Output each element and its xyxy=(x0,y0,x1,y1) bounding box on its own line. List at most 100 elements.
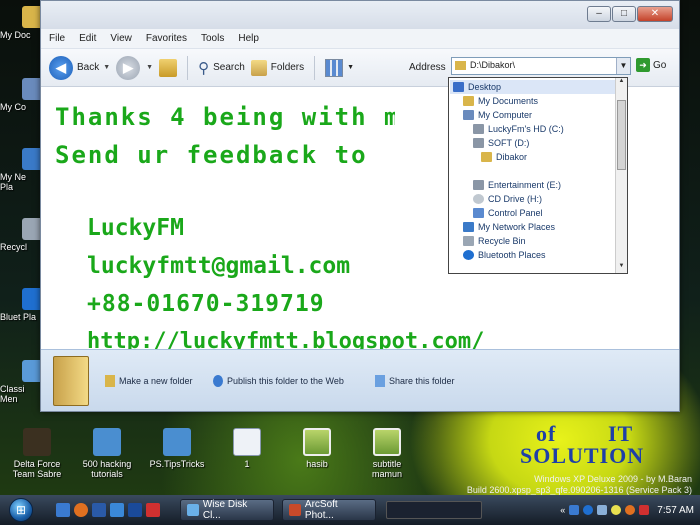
watermark-line-1: Windows XP Deluxe 2009 - by M.Baran xyxy=(534,474,692,484)
firefox-icon[interactable] xyxy=(74,503,88,517)
task-share-folder[interactable]: Share this folder xyxy=(375,375,455,387)
dropdown-item-e-drive[interactable]: Entertainment (E:) xyxy=(473,178,561,192)
desktop-icon-label: My Co xyxy=(0,102,27,112)
app-icon[interactable] xyxy=(146,503,160,517)
close-button[interactable]: ✕ xyxy=(637,6,673,22)
desktop-icon-bluetooth[interactable]: Bluet Pla xyxy=(0,288,42,322)
task-publish-folder[interactable]: Publish this folder to the Web xyxy=(213,375,344,387)
address-dropdown-button[interactable]: ▼ xyxy=(616,58,630,74)
folders-button[interactable]: Folders xyxy=(250,59,304,76)
clock[interactable]: 7:57 AM xyxy=(657,505,694,516)
taskbar-button-arcsoft[interactable]: ArcSoft Phot... xyxy=(282,499,376,521)
watermark-line-2: Build 2600.xpsp_sp3_qfe.090206-1316 (Ser… xyxy=(466,485,692,495)
desktop-icon-hasib[interactable]: hasib xyxy=(288,428,346,469)
dropdown-item-label: My Documents xyxy=(478,96,539,106)
photoshop-icon[interactable] xyxy=(128,503,142,517)
address-bar[interactable]: D:\Dibakor\ ▼ xyxy=(451,57,631,75)
menu-edit[interactable]: Edit xyxy=(79,33,96,44)
dropdown-item-label: Entertainment (E:) xyxy=(488,180,562,190)
desktop-icon-delta-force[interactable]: Delta Force Team Sabre xyxy=(8,428,66,479)
title-bar[interactable]: – □ ✕ xyxy=(41,1,679,29)
dropdown-item-cd-drive[interactable]: CD Drive (H:) xyxy=(473,192,542,206)
word-icon[interactable] xyxy=(110,503,124,517)
dropdown-item-my-computer[interactable]: My Computer xyxy=(463,108,532,122)
taskbar-search-box[interactable] xyxy=(386,501,482,519)
dropdown-item-c-drive[interactable]: LuckyFm's HD (C:) xyxy=(473,122,564,136)
menu-favorites[interactable]: Favorites xyxy=(146,33,187,44)
recycle-bin-icon xyxy=(22,218,42,240)
desktop-icon-1[interactable]: 1 xyxy=(218,428,276,469)
scroll-down-icon[interactable]: ▼ xyxy=(616,263,627,273)
menu-view[interactable]: View xyxy=(110,33,132,44)
menu-file[interactable]: File xyxy=(49,33,65,44)
ie-icon[interactable] xyxy=(92,503,106,517)
desktop-icon-label: My Ne Pla xyxy=(0,172,27,192)
task-make-new-folder[interactable]: Make a new folder xyxy=(105,375,193,387)
menu-help[interactable]: Help xyxy=(238,33,259,44)
computer-icon xyxy=(463,110,474,120)
desktop-icon-my-computer[interactable]: My Co xyxy=(0,78,42,112)
search-button[interactable]: ⚲ Search xyxy=(198,59,245,77)
desktop-icon-classic-menu[interactable]: Classi Men xyxy=(0,360,42,404)
scroll-up-icon[interactable]: ▲ xyxy=(616,78,627,88)
folder-icon xyxy=(481,152,492,162)
desktop-icon-subtitle-mamun[interactable]: subtitle mamun xyxy=(358,428,416,479)
recycle-bin-icon xyxy=(463,236,474,246)
globe-icon xyxy=(213,375,223,387)
content-line: +88-01670-319719 xyxy=(87,291,325,317)
dropdown-item-network[interactable]: My Network Places xyxy=(463,220,555,234)
desktop-icon-my-network[interactable]: My Ne Pla xyxy=(0,148,42,192)
dropdown-item-d-drive[interactable]: SOFT (D:) xyxy=(473,136,529,150)
dropdown-item-bluetooth[interactable]: Bluetooth Places xyxy=(463,248,546,262)
network-icon xyxy=(22,148,42,170)
dropdown-item-desktop[interactable]: Desktop xyxy=(450,80,615,94)
app-tray-icon[interactable] xyxy=(611,505,622,515)
app-tray-icon[interactable] xyxy=(625,505,636,515)
volume-icon[interactable] xyxy=(597,505,608,515)
desktop-icon-ps-tipstricks[interactable]: PS.TipsTricks xyxy=(148,428,206,469)
dropdown-item-my-documents[interactable]: My Documents xyxy=(463,94,538,108)
arcsoft-icon xyxy=(289,504,301,516)
taskbar-button-wise-disk[interactable]: Wise Disk Cl... xyxy=(180,499,274,521)
caption-buttons: – □ ✕ xyxy=(587,6,673,22)
up-folder-icon[interactable] xyxy=(159,58,178,77)
dropdown-item-label: SOFT (D:) xyxy=(488,138,530,148)
go-button[interactable]: ➜ Go xyxy=(636,58,666,72)
menu-tools[interactable]: Tools xyxy=(201,33,224,44)
share-icon xyxy=(375,375,385,387)
chevron-down-icon: ▼ xyxy=(347,64,355,71)
desktop-icon-my-documents[interactable]: My Doc xyxy=(0,6,42,40)
content-line: LuckyFM xyxy=(87,215,184,241)
network-icon[interactable] xyxy=(569,505,580,515)
scroll-thumb[interactable] xyxy=(617,100,626,170)
desktop-icon-label: hasib xyxy=(306,459,328,469)
views-button[interactable]: ▼ xyxy=(325,58,355,77)
desktop-icon-500-hacking[interactable]: 500 hacking tutorials xyxy=(78,428,136,479)
game-icon xyxy=(23,428,51,456)
chevron-left-icon[interactable]: « xyxy=(560,505,565,515)
desktop-icon-recycle[interactable]: Recycl xyxy=(0,218,42,252)
go-label: Go xyxy=(653,59,667,71)
toolbar-separator xyxy=(187,55,189,80)
dropdown-item-recycle-bin[interactable]: Recycle Bin xyxy=(463,234,526,248)
dropdown-scrollbar[interactable]: ▲ ▼ xyxy=(615,78,627,273)
start-button[interactable]: ⊞ xyxy=(0,495,42,525)
bluetooth-icon[interactable] xyxy=(583,505,594,515)
maximize-button[interactable]: □ xyxy=(612,6,636,22)
show-desktop-icon[interactable] xyxy=(56,503,70,517)
chevron-down-icon[interactable]: ▼ xyxy=(146,64,153,71)
chevron-down-icon[interactable]: ▼ xyxy=(103,64,110,71)
search-icon: ⚲ xyxy=(198,59,210,77)
antivirus-icon[interactable] xyxy=(639,505,650,515)
dropdown-item-label: CD Drive (H:) xyxy=(488,194,542,204)
folder-icon xyxy=(22,6,42,28)
search-label: Search xyxy=(213,62,245,73)
dropdown-item-dibakor[interactable]: Dibakor xyxy=(481,150,527,164)
folder-tasks-pane: Make a new folder Publish this folder to… xyxy=(41,349,679,411)
quick-launch xyxy=(56,503,160,517)
forward-button[interactable]: ▶ xyxy=(116,55,141,80)
dropdown-item-label: LuckyFm's HD (C:) xyxy=(488,124,564,134)
dropdown-item-control-panel[interactable]: Control Panel xyxy=(473,206,543,220)
back-button[interactable]: ◀ Back ▼ xyxy=(49,55,110,80)
minimize-button[interactable]: – xyxy=(587,6,611,22)
